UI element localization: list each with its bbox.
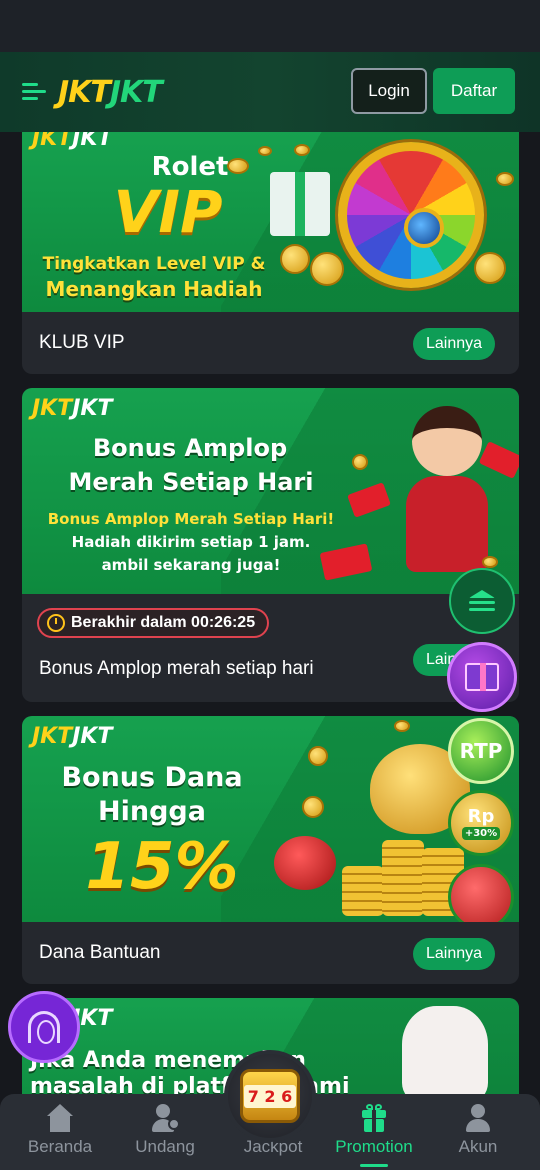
promo-title[interactable]: Dana Bantuan — [39, 942, 161, 964]
coin-image — [227, 158, 249, 174]
rp-badge-label: Rp — [467, 806, 495, 827]
nav-item-invite[interactable]: Undang — [115, 1094, 215, 1170]
coin-image — [496, 172, 514, 186]
promotion-page: JKTJKT Login Daftar JKTJKT Rolet VIP Tin… — [0, 0, 540, 1170]
rtp-badge: RTP — [448, 718, 514, 784]
logo-part2: JKT — [109, 74, 163, 110]
nav-label: Akun — [458, 1137, 498, 1156]
promo-banner-vip[interactable]: JKTJKT Rolet VIP Tingkatkan Level VIP & … — [22, 132, 519, 312]
active-tab-indicator — [360, 1164, 388, 1167]
user-icon — [463, 1104, 493, 1134]
scroll-top-button[interactable] — [449, 568, 515, 634]
slot-reels: 7 2 6 — [243, 1084, 297, 1108]
coin-image — [352, 454, 368, 470]
headset-icon — [28, 1011, 60, 1044]
login-button[interactable]: Login — [351, 68, 427, 114]
banner-title-line2: VIP — [113, 178, 223, 246]
countdown-text: Berakhir dalam 00:26:25 — [71, 614, 256, 631]
promo-title[interactable]: Bonus Amplop merah setiap hari — [39, 658, 314, 680]
coin-image — [280, 244, 310, 274]
nav-item-home[interactable]: Beranda — [10, 1094, 110, 1170]
more-button[interactable]: Lainnya — [413, 328, 495, 360]
banner-sub-line1: Tingkatkan Level VIP & — [42, 254, 266, 274]
rp-badge: Rp +30% — [448, 790, 514, 856]
gift-chest-badge — [448, 864, 514, 922]
coin-image — [302, 796, 324, 818]
coin-image — [294, 144, 310, 156]
promo-card-red-envelope[interactable]: JKTJKT Bonus Amplop Merah Setiap Hari Bo… — [22, 388, 519, 702]
promo-banner-fund-bonus[interactable]: JKTJKT Bonus Dana Hingga 15% RTP Rp +30% — [22, 716, 519, 922]
banner-sub-line1: Bonus Amplop Merah Setiap Hari! — [47, 510, 335, 528]
banner-percent: 15% — [85, 830, 239, 904]
countdown-timer: Berakhir dalam 00:26:25 — [37, 608, 270, 638]
app-header: JKTJKT Login Daftar — [0, 52, 540, 132]
nav-label: Beranda — [27, 1137, 93, 1156]
register-button[interactable]: Daftar — [433, 68, 515, 114]
gift-icon — [359, 1104, 389, 1134]
nav-item-promotion[interactable]: Promotion — [324, 1094, 424, 1170]
nav-label: Promotion — [335, 1137, 413, 1156]
coin-image — [258, 146, 272, 156]
banner-title-line2: Hingga — [98, 796, 206, 827]
status-bar-area — [0, 0, 540, 52]
banner-sub-line2: Hadiah dikirim setiap 1 jam. — [71, 533, 311, 551]
slot-machine-icon: 7 2 6 — [240, 1069, 300, 1123]
invite-icon — [150, 1104, 180, 1134]
banner-text-line1: Jika Anda menemukan — [30, 1048, 306, 1073]
customer-support-button[interactable] — [8, 991, 80, 1063]
banner-title-line2: Merah Setiap Hari — [68, 468, 314, 496]
promo-banner-red-envelope[interactable]: JKTJKT Bonus Amplop Merah Setiap Hari Bo… — [22, 388, 519, 594]
stopwatch-icon — [47, 614, 65, 632]
nav-item-account[interactable]: Akun — [428, 1094, 528, 1170]
promo-title[interactable]: KLUB VIP — [39, 332, 125, 354]
coin-image — [394, 720, 410, 732]
promo-footer: Bonus Amplop merah setiap hari Lainnya — [22, 638, 519, 700]
hammer-image — [274, 836, 336, 890]
nav-label: Undang — [135, 1137, 195, 1156]
coin-image — [474, 252, 506, 284]
banner-sub-line2: Menangkan Hadiah — [45, 277, 263, 301]
home-icon — [45, 1104, 75, 1134]
promo-card-vip[interactable]: JKTJKT Rolet VIP Tingkatkan Level VIP & … — [22, 132, 519, 374]
brand-logo[interactable]: JKTJKT — [58, 74, 163, 110]
rp-badge-sub: +30% — [461, 827, 501, 840]
banner-title-line1: Bonus Amplop — [92, 434, 288, 462]
promo-footer: Dana Bantuan Lainnya — [22, 922, 519, 984]
banner-logo: JKTJKT — [32, 396, 113, 421]
coin-image — [308, 746, 328, 766]
banner-title-line1: Bonus Dana — [61, 762, 243, 793]
coin-stack-image — [342, 866, 384, 916]
character-image — [392, 402, 502, 582]
logo-part1: JKT — [58, 74, 111, 110]
gift-icon — [465, 663, 499, 691]
coin-stack-image — [382, 840, 424, 916]
more-button[interactable]: Lainnya — [413, 938, 495, 970]
scroll-up-icon — [469, 590, 495, 612]
banner-sub-line3: ambil sekarang juga! — [101, 556, 281, 574]
gift-box-image — [270, 172, 330, 236]
menu-icon[interactable] — [22, 81, 48, 103]
coin-image — [310, 252, 344, 286]
red-envelope-image — [347, 482, 391, 518]
gift-float-button[interactable] — [447, 642, 517, 712]
coin-image — [482, 556, 498, 568]
banner-logo: JKTJKT — [32, 724, 113, 749]
jackpot-button[interactable]: 7 2 6 — [224, 1050, 316, 1142]
banner-logo: JKTJKT — [32, 132, 113, 151]
promo-card-fund-bonus[interactable]: JKTJKT Bonus Dana Hingga 15% RTP Rp +30%… — [22, 716, 519, 984]
rabbit-character-image — [402, 1006, 488, 1102]
promo-footer: KLUB VIP Lainnya — [22, 312, 519, 374]
roulette-hub — [404, 208, 444, 248]
